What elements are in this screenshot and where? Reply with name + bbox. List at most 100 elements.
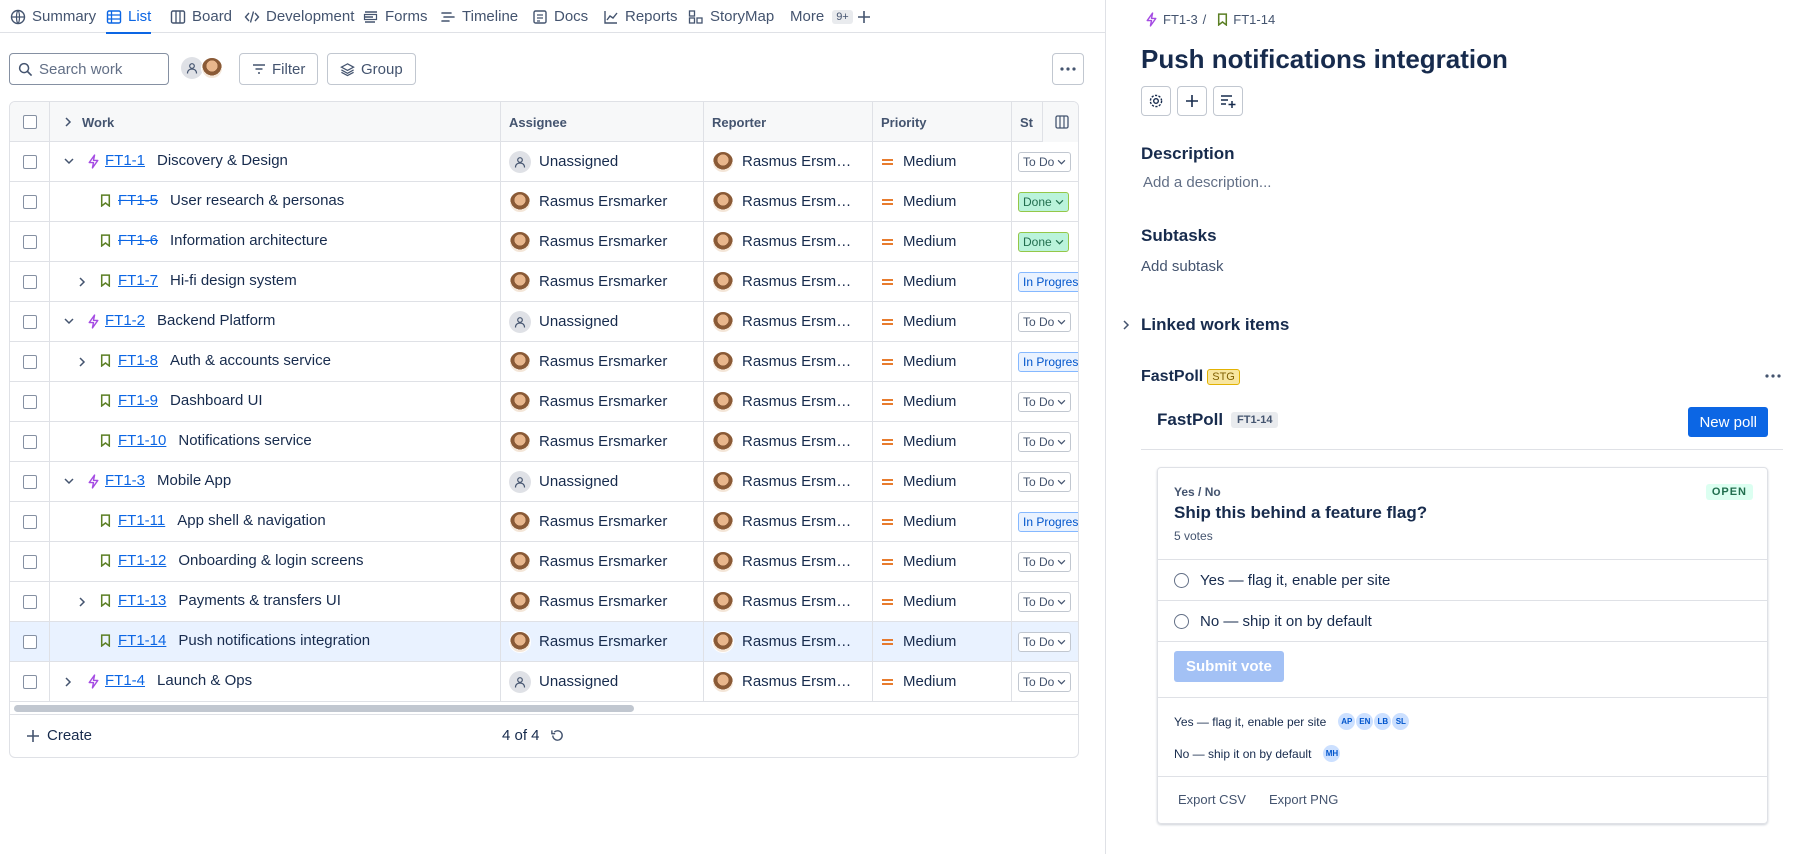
table-row[interactable]: FT1-6 Information architecture Rasmus Ersm…: [10, 222, 1078, 262]
expander[interactable]: [64, 477, 74, 485]
reporter-cell[interactable]: Rasmus Ersmarker: [704, 342, 873, 381]
status-dropdown[interactable]: To Do: [1018, 671, 1072, 692]
unassigned-avatar[interactable]: [181, 57, 203, 79]
status-dropdown[interactable]: To Do: [1018, 591, 1072, 612]
status-cell[interactable]: To Do: [1012, 382, 1078, 421]
expander[interactable]: [64, 317, 74, 325]
table-row[interactable]: FT1-8 Auth & accounts service Rasmus Ersma…: [10, 342, 1078, 382]
chevron-right-icon[interactable]: [64, 117, 72, 127]
issue-key-link[interactable]: FT1-11: [118, 512, 165, 529]
horizontal-scrollbar[interactable]: [14, 705, 634, 712]
status-dropdown[interactable]: To Do: [1018, 471, 1072, 492]
table-row[interactable]: FT1-7 Hi-fi design system Rasmus Ersmarker…: [10, 262, 1078, 302]
radio-button[interactable]: [1174, 572, 1189, 588]
row-checkbox[interactable]: [22, 394, 37, 409]
issue-summary[interactable]: Auth & accounts service: [170, 352, 331, 369]
tab-summary[interactable]: Summary: [10, 0, 96, 33]
app-menu-button[interactable]: [1765, 374, 1781, 378]
status-dropdown[interactable]: In Progress: [1018, 351, 1078, 372]
priority-cell[interactable]: Medium: [873, 182, 1012, 221]
row-checkbox[interactable]: [22, 514, 37, 529]
status-cell[interactable]: To Do: [1012, 302, 1078, 341]
issue-summary[interactable]: Notifications service: [178, 432, 311, 449]
status-dropdown[interactable]: In Progress: [1018, 271, 1078, 292]
apps-button[interactable]: [1141, 86, 1171, 116]
issue-key-link[interactable]: FT1-13: [118, 592, 166, 609]
priority-cell[interactable]: Medium: [873, 342, 1012, 381]
status-dropdown[interactable]: To Do: [1018, 431, 1072, 452]
expander[interactable]: [64, 677, 72, 687]
priority-cell[interactable]: Medium: [873, 302, 1012, 341]
issue-key-link[interactable]: FT1-7: [118, 272, 158, 289]
assignee-cell[interactable]: Rasmus Ersmarker: [501, 622, 704, 661]
search-field[interactable]: [9, 53, 169, 85]
reporter-cell[interactable]: Rasmus Ersmarker: [704, 622, 873, 661]
issue-summary[interactable]: Hi-fi design system: [170, 272, 297, 289]
issue-summary[interactable]: User research & personas: [170, 192, 344, 209]
table-row[interactable]: FT1-9 Dashboard UI Rasmus Ersmarker Rasmus …: [10, 382, 1078, 422]
assignee-cell[interactable]: Unassigned: [501, 142, 704, 181]
table-row[interactable]: FT1-1 Discovery & Design Unassigned Rasmus …: [10, 142, 1078, 182]
table-row[interactable]: FT1-10 Notifications service Rasmus Ersmar…: [10, 422, 1078, 462]
issue-key-link[interactable]: FT1-6: [118, 232, 158, 249]
priority-cell[interactable]: Medium: [873, 662, 1012, 701]
chevron-right-icon[interactable]: [78, 597, 86, 607]
status-dropdown[interactable]: Done: [1018, 231, 1069, 252]
status-dropdown[interactable]: To Do: [1018, 551, 1072, 572]
status-cell[interactable]: Done: [1012, 222, 1078, 261]
status-dropdown[interactable]: To Do: [1018, 151, 1072, 172]
priority-cell[interactable]: Medium: [873, 142, 1012, 181]
reporter-cell[interactable]: Rasmus Ersmarker: [704, 182, 873, 221]
assignee-cell[interactable]: Rasmus Ersmarker: [501, 382, 704, 421]
expander[interactable]: [78, 277, 86, 287]
priority-cell[interactable]: Medium: [873, 622, 1012, 661]
priority-cell[interactable]: Medium: [873, 462, 1012, 501]
status-cell[interactable]: To Do: [1012, 142, 1078, 181]
reporter-cell[interactable]: Rasmus Ersmarker: [704, 662, 873, 701]
row-checkbox[interactable]: [22, 434, 37, 449]
tab-reports[interactable]: Reports: [603, 0, 678, 33]
more-actions-button[interactable]: [1052, 53, 1084, 85]
assignee-cell[interactable]: Rasmus Ersmarker: [501, 582, 704, 621]
table-row[interactable]: FT1-4 Launch & Ops Unassigned Rasmus Ersmar…: [10, 662, 1078, 702]
reporter-cell[interactable]: Rasmus Ersmarker: [704, 422, 873, 461]
assignee-cell[interactable]: Rasmus Ersmarker: [501, 262, 704, 301]
table-row[interactable]: FT1-14 Push notifications integration Rasm…: [10, 622, 1078, 662]
assignee-cell[interactable]: Rasmus Ersmarker: [501, 422, 704, 461]
expander[interactable]: [64, 157, 74, 165]
add-child-button[interactable]: [1213, 86, 1243, 116]
create-button[interactable]: Create: [26, 727, 92, 744]
status-dropdown[interactable]: In Progress: [1018, 511, 1078, 532]
chevron-right-icon[interactable]: [64, 677, 72, 687]
add-subtask-button[interactable]: Add subtask: [1141, 258, 1224, 275]
issue-summary[interactable]: Discovery & Design: [157, 152, 288, 169]
add-button[interactable]: [1177, 86, 1207, 116]
reporter-cell[interactable]: Rasmus Ersmarker: [704, 382, 873, 421]
new-poll-button[interactable]: New poll: [1688, 407, 1768, 437]
tab-forms[interactable]: Forms: [363, 0, 428, 33]
export-png-button[interactable]: Export PNG: [1269, 792, 1338, 807]
status-cell[interactable]: To Do: [1012, 542, 1078, 581]
table-row[interactable]: FT1-3 Mobile App Unassigned Rasmus Ersmarke…: [10, 462, 1078, 502]
table-row[interactable]: FT1-2 Backend Platform Unassigned Rasmus Er…: [10, 302, 1078, 342]
issue-key-link[interactable]: FT1-1: [105, 152, 145, 169]
add-tab-button[interactable]: [856, 0, 872, 33]
column-header-assignee[interactable]: Assignee: [501, 102, 704, 142]
priority-cell[interactable]: Medium: [873, 382, 1012, 421]
reporter-cell[interactable]: Rasmus Ersmarker: [704, 142, 873, 181]
issue-key-link[interactable]: FT1-9: [118, 392, 158, 409]
issue-title[interactable]: Push notifications integration: [1141, 44, 1508, 75]
assignee-cell[interactable]: Rasmus Ersmarker: [501, 542, 704, 581]
row-checkbox[interactable]: [22, 474, 37, 489]
assignee-cell[interactable]: Rasmus Ersmarker: [501, 222, 704, 261]
submit-vote-button[interactable]: Submit vote: [1174, 651, 1284, 682]
status-cell[interactable]: To Do: [1012, 582, 1078, 621]
assignee-cell[interactable]: Unassigned: [501, 662, 704, 701]
radio-button[interactable]: [1174, 613, 1189, 629]
description-field[interactable]: Add a description...: [1143, 174, 1271, 191]
priority-cell[interactable]: Medium: [873, 502, 1012, 541]
issue-key-link[interactable]: FT1-12: [118, 552, 166, 569]
tab-development[interactable]: Development: [244, 0, 354, 33]
status-cell[interactable]: In Progress: [1012, 502, 1078, 541]
column-settings-button[interactable]: [1042, 102, 1078, 142]
